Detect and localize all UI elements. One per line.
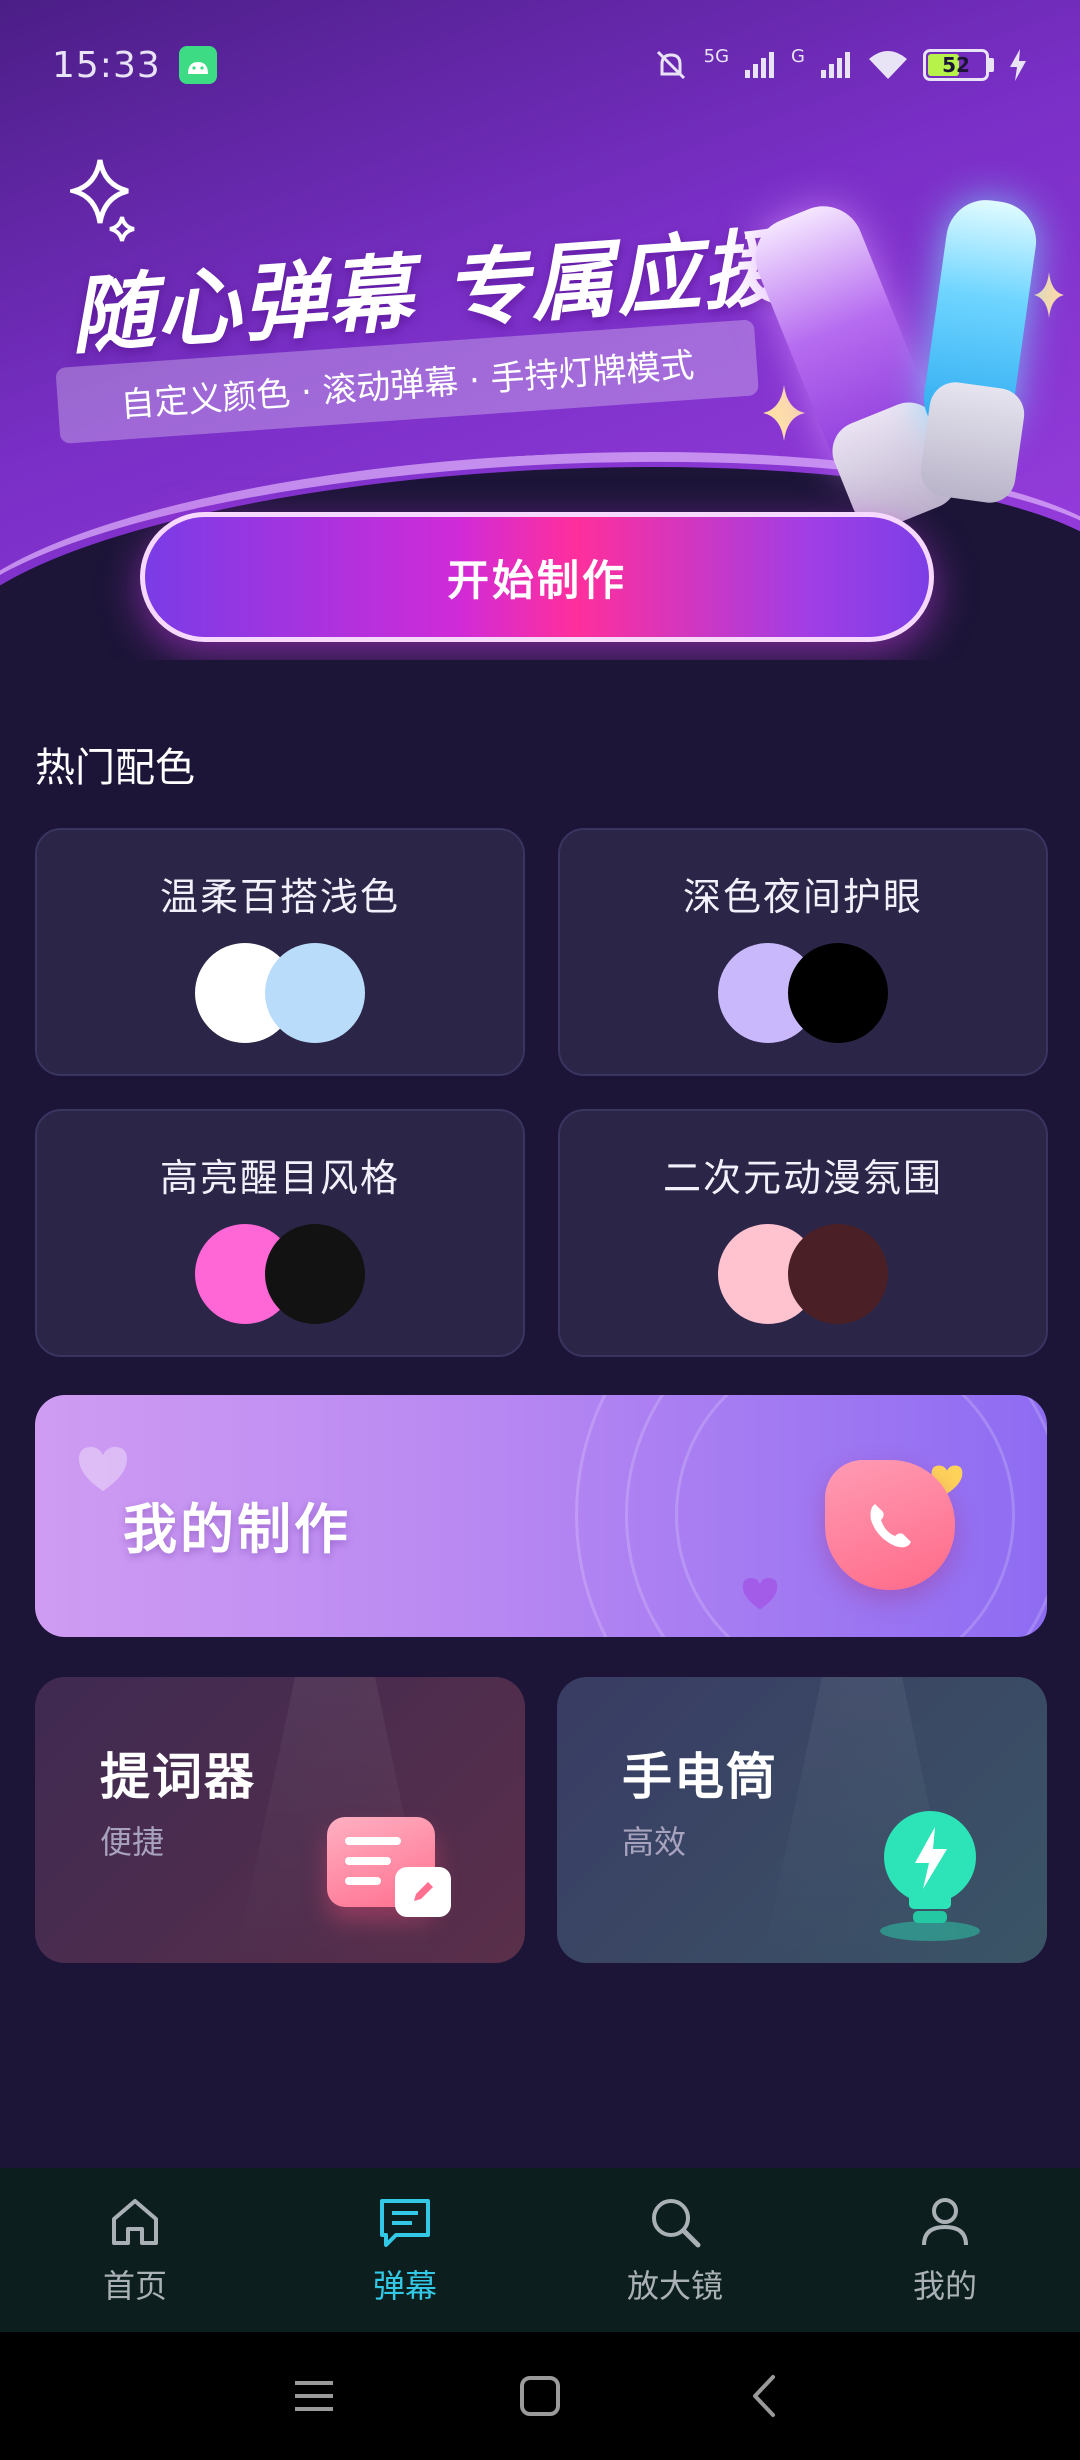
color-card-title: 二次元动漫氛围	[662, 1156, 943, 1200]
nav-label: 首页	[102, 2267, 167, 2305]
back-icon[interactable]	[743, 2373, 789, 2419]
signal-icon	[745, 52, 775, 78]
color-card-light[interactable]: 温柔百搭浅色	[35, 828, 525, 1076]
color-card-title: 温柔百搭浅色	[159, 875, 400, 919]
color-swatch-secondary	[265, 943, 365, 1043]
nav-label: 弹幕	[372, 2267, 437, 2305]
nav-item-me[interactable]: 我的	[810, 2168, 1080, 2332]
sparkle-icon	[1034, 272, 1064, 318]
android-notification-icon	[178, 46, 217, 84]
color-card-dark[interactable]: 深色夜间护眼	[558, 828, 1048, 1076]
status-icons: 5G G 52	[652, 46, 1028, 84]
magnifier-icon	[652, 2199, 701, 2248]
section-title-hot-colors: 热门配色	[35, 745, 195, 791]
danmaku-icon	[380, 2199, 430, 2247]
menu-icon[interactable]	[291, 2373, 337, 2419]
tool-subtitle: 便捷	[100, 1823, 165, 1861]
teleprompter-card[interactable]: 提词器 便捷	[35, 1677, 525, 1963]
my-works-banner[interactable]: 我的制作	[35, 1395, 1047, 1637]
color-swatch-secondary	[788, 943, 888, 1043]
color-swatches	[718, 943, 888, 1043]
nav-item-danmaku[interactable]: 弹幕	[270, 2168, 540, 2332]
system-navigation-bar	[0, 2332, 1080, 2460]
sparkle-icon	[763, 385, 805, 441]
mute-icon	[656, 50, 685, 80]
signal-icon	[821, 52, 850, 78]
color-card-anime[interactable]: 二次元动漫氛围	[558, 1109, 1048, 1357]
network-g-label: G	[791, 46, 805, 67]
flashlight-card[interactable]: 手电筒 高效	[557, 1677, 1047, 1963]
nav-item-home[interactable]: 首页	[0, 2168, 270, 2332]
phone-call-icon	[825, 1460, 955, 1590]
network-5g-label: 5G	[703, 46, 730, 67]
battery-icon: 52	[923, 49, 989, 81]
home-square-icon[interactable]	[517, 2373, 563, 2419]
my-works-label: 我的制作	[123, 1498, 351, 1561]
nav-label: 我的	[912, 2267, 977, 2305]
home-icon	[112, 2199, 158, 2245]
lightbulb-icon	[880, 1811, 980, 1941]
tool-subtitle: 高效	[622, 1823, 687, 1861]
tool-title: 提词器	[100, 1748, 256, 1806]
user-icon	[922, 2198, 968, 2246]
color-swatch-secondary	[788, 1224, 888, 1324]
status-time: 15:33	[52, 44, 161, 86]
color-card-title: 深色夜间护眼	[682, 875, 923, 919]
status-bar: 15:33 5G G 52	[0, 0, 1080, 130]
color-swatch-secondary	[265, 1224, 365, 1324]
color-card-title: 高亮醒目风格	[159, 1156, 400, 1200]
color-swatches	[195, 1224, 365, 1324]
color-card-bright[interactable]: 高亮醒目风格	[35, 1109, 525, 1357]
heart-icon	[742, 1578, 778, 1610]
tool-title: 手电筒	[622, 1748, 778, 1806]
nav-label: 放大镜	[626, 2267, 723, 2305]
lightstick-blue-handle	[917, 378, 1028, 507]
color-swatches	[718, 1224, 888, 1324]
pen-icon	[395, 1867, 451, 1917]
color-swatches	[195, 943, 365, 1043]
wifi-icon	[869, 51, 907, 79]
start-create-button[interactable]: 开始制作	[140, 512, 934, 642]
battery-level: 52	[942, 53, 970, 77]
bottom-navigation: 首页 弹幕 放大镜 我的	[0, 2168, 1080, 2332]
charging-icon	[1010, 49, 1026, 81]
nav-item-magnifier[interactable]: 放大镜	[540, 2168, 810, 2332]
sparkle-icon	[70, 159, 135, 242]
